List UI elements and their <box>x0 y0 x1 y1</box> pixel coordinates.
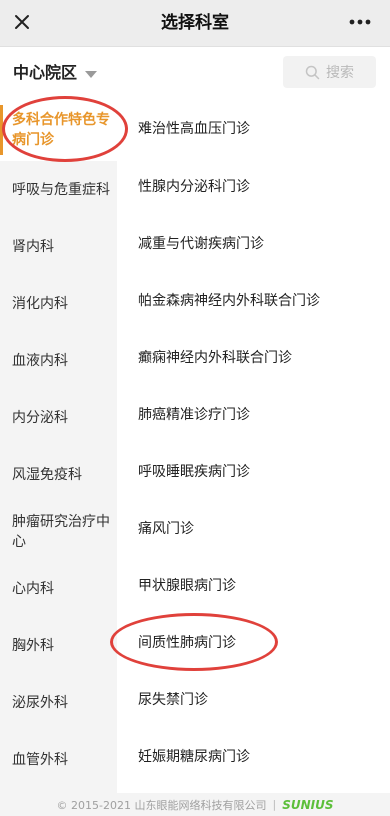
list-item[interactable]: 妊娠期糖尿病门诊 <box>117 727 390 784</box>
list-item[interactable]: 性腺内分泌科门诊 <box>117 157 390 214</box>
list-item[interactable]: 间质性肺病门诊 <box>117 613 390 670</box>
sidebar-item-label: 胸外科 <box>12 637 54 654</box>
list-item[interactable]: 难治性高血压门诊 <box>117 99 390 157</box>
search-label: 搜索 <box>326 65 354 81</box>
sidebar-item-label: 血管外科 <box>12 751 68 768</box>
sidebar-item-label: 泌尿外科 <box>12 694 68 711</box>
sidebar-item-label: 血液内科 <box>12 352 68 369</box>
campus-label: 中心院区 <box>13 63 78 82</box>
sidebar-item-label: 内分泌科 <box>12 409 68 426</box>
list-item-label: 呼吸睡眠疾病门诊 <box>138 463 250 480</box>
sidebar-item-label: 肿瘤研究治疗中心 <box>12 513 110 550</box>
sidebar-item-label: 消化内科 <box>12 295 68 312</box>
list-item[interactable]: 尿失禁门诊 <box>117 670 390 727</box>
sidebar-item-urology[interactable]: 泌尿外科 <box>0 674 117 731</box>
list-item[interactable]: 癫痫神经内外科联合门诊 <box>117 328 390 385</box>
sidebar-item-label: 心内科 <box>12 580 54 597</box>
header-bar: 中心院区 搜索 <box>0 47 390 100</box>
sidebar-item-label: 呼吸与危重症科 <box>12 181 110 198</box>
search-icon <box>305 65 320 79</box>
list-item-label: 妊娠期糖尿病门诊 <box>138 748 250 765</box>
clinic-list: 难治性高血压门诊 性腺内分泌科门诊 减重与代谢疾病门诊 帕金森病神经内外科联合门… <box>117 99 390 793</box>
department-sidebar: 多科合作特色专病门诊 呼吸与危重症科 肾内科 消化内科 血液内科 内分泌科 风湿… <box>0 99 117 793</box>
list-item[interactable]: 痛风门诊 <box>117 499 390 556</box>
list-item-label: 性腺内分泌科门诊 <box>138 178 250 195</box>
search-button[interactable]: 搜索 <box>283 56 376 88</box>
list-item-label: 肺癌精准诊疗门诊 <box>138 406 250 423</box>
sidebar-item-endocrinology[interactable]: 内分泌科 <box>0 389 117 446</box>
list-item-label: 痛风门诊 <box>138 520 194 537</box>
copyright-text: © 2015-2021 山东眼能网络科技有限公司 <box>56 798 267 812</box>
sidebar-item-label: 肾内科 <box>12 238 54 255</box>
campus-selector[interactable]: 中心院区 <box>13 47 98 99</box>
brand-logo: SUNIUS <box>282 797 334 812</box>
list-item-label: 尿失禁门诊 <box>138 691 208 708</box>
list-item-label: 难治性高血压门诊 <box>138 121 250 137</box>
list-item-label: 帕金森病神经内外科联合门诊 <box>138 292 320 309</box>
list-item[interactable]: 甲状腺眼病门诊 <box>117 556 390 613</box>
list-item[interactable]: 肺癌精准诊疗门诊 <box>117 385 390 442</box>
list-item-label: 减重与代谢疾病门诊 <box>138 235 264 252</box>
caret-down-icon <box>85 70 98 78</box>
sidebar-item-label: 多科合作特色专病门诊 <box>12 112 110 148</box>
sidebar-item-label: 风湿免疫科 <box>12 466 82 483</box>
sidebar-item-vascular-surgery[interactable]: 血管外科 <box>0 731 117 788</box>
list-item-label: 甲状腺眼病门诊 <box>138 577 236 594</box>
list-item[interactable]: 呼吸睡眠疾病门诊 <box>117 442 390 499</box>
sidebar-item-gastroenterology[interactable]: 消化内科 <box>0 275 117 332</box>
sidebar-item-thoracic-surgery[interactable]: 胸外科 <box>0 617 117 674</box>
list-item[interactable]: 减重与代谢疾病门诊 <box>117 214 390 271</box>
more-icon[interactable] <box>344 8 376 36</box>
sidebar-item-oncology[interactable]: 肿瘤研究治疗中心 <box>0 503 117 560</box>
sidebar-item-rheumatology[interactable]: 风湿免疫科 <box>0 446 117 503</box>
sidebar-item-nephrology[interactable]: 肾内科 <box>0 218 117 275</box>
footer-separator: | <box>272 798 277 811</box>
sidebar-item-respiratory[interactable]: 呼吸与危重症科 <box>0 161 117 218</box>
page-title: 选择科室 <box>161 13 229 33</box>
top-bar: 选择科室 <box>0 0 390 47</box>
sidebar-item-hematology[interactable]: 血液内科 <box>0 332 117 389</box>
list-item-label: 间质性肺病门诊 <box>138 634 236 651</box>
footer: © 2015-2021 山东眼能网络科技有限公司 | SUNIUS <box>0 793 390 816</box>
sidebar-item-cardiology[interactable]: 心内科 <box>0 560 117 617</box>
list-item-label: 癫痫神经内外科联合门诊 <box>138 349 292 366</box>
list-item[interactable]: 帕金森病神经内外科联合门诊 <box>117 271 390 328</box>
sidebar-item-multidisciplinary[interactable]: 多科合作特色专病门诊 <box>0 99 117 161</box>
